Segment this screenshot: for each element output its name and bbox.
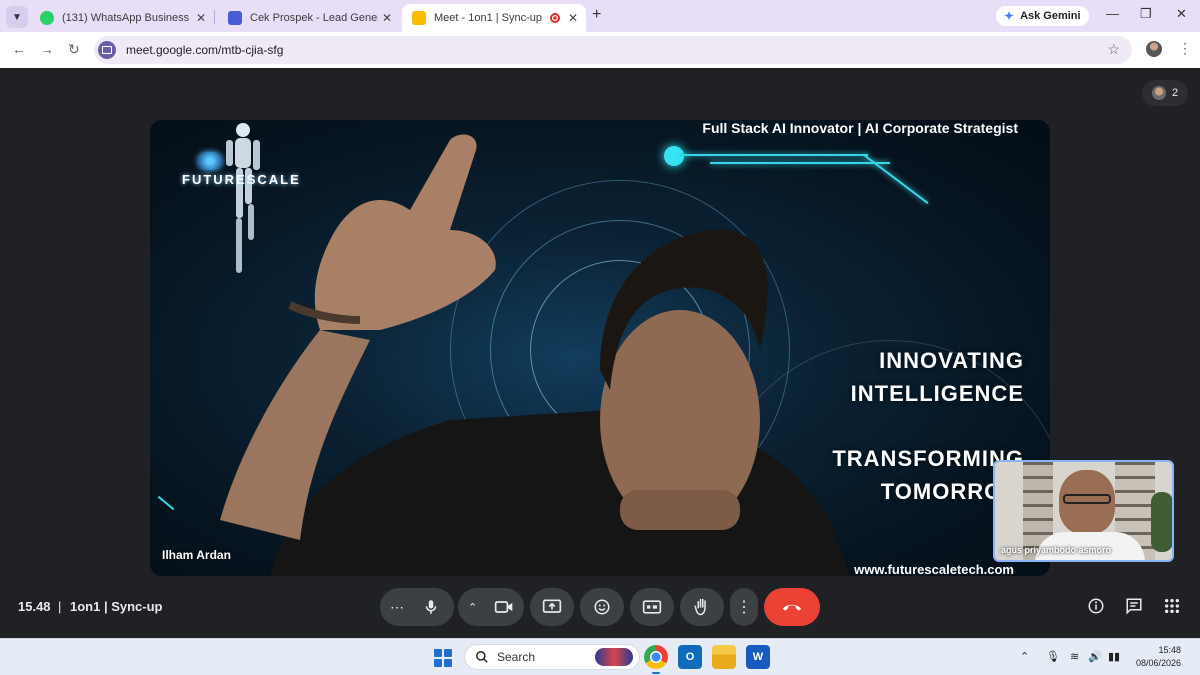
battery-icon[interactable]: ▮▮ (1108, 650, 1120, 663)
present-screen-button[interactable] (530, 588, 574, 626)
tab-title: Cek Prospek - Lead Generation (250, 12, 378, 24)
raise-hand-button[interactable] (680, 588, 724, 626)
windows-taskbar: Search O W ⌃ 🎙 ≋ 🔊 ▮▮ 15:48 08/06/2026 (0, 638, 1200, 675)
mic-control-group: ⋯ (380, 588, 454, 626)
taskbar-search[interactable]: Search (464, 644, 640, 670)
reload-icon[interactable]: ↻ (68, 41, 80, 58)
end-call-icon (782, 604, 802, 611)
whatsapp-icon (40, 11, 54, 25)
search-highlight-image (595, 648, 633, 666)
more-vert-icon: ⋮ (736, 599, 752, 616)
close-icon[interactable]: ✕ (196, 11, 206, 25)
tab-cek-prospek[interactable]: Cek Prospek - Lead Generation ✕ (218, 4, 400, 32)
leave-call-button[interactable] (764, 588, 820, 626)
info-icon (1088, 598, 1104, 614)
chrome-icon[interactable] (644, 645, 668, 669)
activities-button[interactable] (1162, 596, 1182, 616)
meet-icon (412, 11, 426, 25)
close-icon[interactable]: ✕ (382, 11, 392, 25)
main-video-tile[interactable]: FUTURESCALE Full Stack AI Innovator | AI… (150, 120, 1050, 576)
hand-icon (694, 598, 706, 616)
forward-arrow-icon[interactable]: → (40, 41, 54, 57)
participant-avatar (1151, 86, 1166, 100)
profile-avatar[interactable] (1146, 41, 1162, 57)
bookmark-star-icon[interactable]: ☆ (1107, 41, 1120, 58)
divider: | (58, 599, 62, 614)
reactions-button[interactable] (580, 588, 624, 626)
new-tab-button[interactable]: + (592, 6, 601, 24)
chat-icon (1126, 598, 1142, 615)
participants-button[interactable]: 2 (1142, 80, 1188, 106)
recording-icon (550, 13, 560, 23)
plant (1151, 492, 1172, 552)
tab-title: Meet - 1on1 | Sync-up (434, 12, 543, 24)
camera-control-group: ⌃ (458, 588, 524, 626)
captions-icon (642, 600, 662, 614)
self-video-tile[interactable]: agus priyambodo asmoro (993, 460, 1174, 562)
main-participant-name: Ilham Ardan (162, 548, 231, 562)
browser-toolbar: ← → ↻ meet.google.com/mtb-cjia-sfg ☆ (0, 32, 1200, 68)
clock-date: 08/06/2026 (1136, 658, 1182, 668)
show-hidden-icons-chevron[interactable]: ⌃ (1020, 650, 1029, 663)
page-icon (228, 11, 242, 25)
minimize-icon[interactable]: — (1106, 6, 1119, 21)
browser-tab-bar: ▼ (131) WhatsApp Business ✕ Cek Prospek … (0, 0, 1200, 32)
emoji-icon (594, 599, 610, 615)
meeting-title: 1on1 | Sync-up (70, 599, 163, 614)
ask-gemini-button[interactable]: ✦ Ask Gemini (996, 6, 1089, 26)
wifi-icon[interactable]: ≋ (1070, 650, 1079, 663)
tab-whatsapp[interactable]: (131) WhatsApp Business ✕ (30, 4, 214, 32)
self-participant-name: agus priyambodo asmoro (1001, 545, 1112, 555)
participant-count: 2 (1171, 87, 1179, 99)
windows-start-icon[interactable] (434, 649, 452, 667)
clock-time: 15:48 (1158, 645, 1182, 655)
apps-grid-icon (1165, 599, 1179, 613)
word-icon[interactable]: W (746, 645, 770, 669)
chat-button[interactable] (1124, 596, 1144, 616)
file-explorer-icon[interactable] (712, 645, 736, 669)
meeting-clock: 15.48 (18, 599, 51, 614)
meeting-details-button[interactable] (1086, 596, 1106, 616)
active-app-indicator (652, 672, 660, 674)
tab-title: (131) WhatsApp Business (62, 12, 190, 24)
search-icon (476, 651, 488, 663)
search-label: Search (497, 650, 536, 664)
audio-options-icon[interactable]: ⋯ (390, 599, 405, 616)
back-arrow-icon[interactable]: ← (12, 41, 26, 57)
url-text[interactable]: meet.google.com/mtb-cjia-sfg (126, 43, 283, 57)
microphone-tray-icon[interactable]: 🎙 (1046, 650, 1060, 663)
system-clock[interactable]: 15:48 08/06/2026 (1136, 644, 1181, 670)
address-bar[interactable]: meet.google.com/mtb-cjia-sfg ☆ (94, 36, 1132, 64)
camera-icon[interactable] (494, 598, 514, 616)
ask-gemini-label: Ask Gemini (1020, 10, 1081, 22)
slogan-line: INNOVATING (879, 348, 1024, 373)
meet-stage: 2 FUTURESCALE Full Stack AI Innovator | … (0, 68, 1200, 638)
more-options-button[interactable]: ⋮ (730, 588, 758, 626)
tab-search-button[interactable]: ▼ (6, 6, 28, 28)
present-screen-icon (542, 599, 562, 613)
captions-button[interactable] (630, 588, 674, 626)
close-icon[interactable]: ✕ (568, 11, 578, 25)
close-window-icon[interactable]: ✕ (1176, 6, 1187, 22)
tab-meet[interactable]: Meet - 1on1 | Sync-up ✕ (402, 4, 586, 32)
restore-icon[interactable]: ❐ (1140, 6, 1152, 22)
background-website: www.futurescaletech.com (854, 562, 1014, 576)
microphone-icon[interactable] (422, 598, 440, 616)
browser-menu-icon[interactable]: ⋮ (1178, 40, 1192, 57)
volume-icon[interactable]: 🔊 (1088, 650, 1102, 663)
video-options-chevron-icon[interactable]: ⌃ (468, 601, 477, 614)
outlook-icon[interactable]: O (678, 645, 702, 669)
gemini-sparkle-icon: ✦ (1004, 9, 1015, 23)
site-info-icon[interactable] (98, 41, 116, 59)
glasses (1063, 494, 1111, 504)
slogan-line: INTELLIGENCE (850, 381, 1024, 406)
